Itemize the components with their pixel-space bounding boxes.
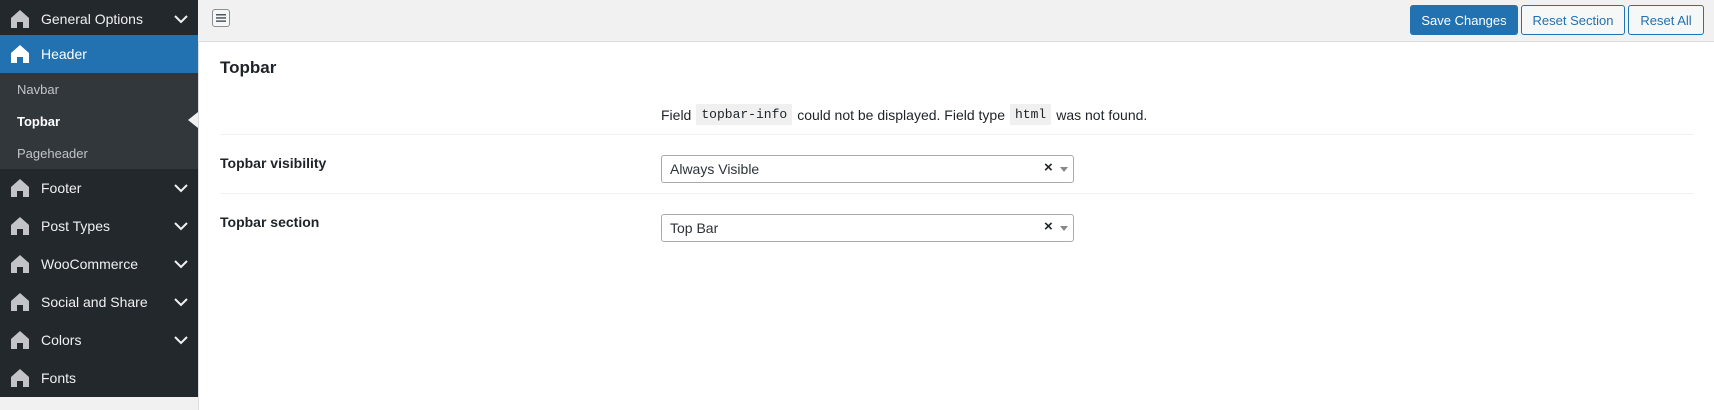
reset-all-button[interactable]: Reset All: [1628, 5, 1704, 35]
field-id-code: topbar-info: [696, 104, 793, 125]
submenu-item-navbar[interactable]: Navbar: [17, 82, 59, 97]
chevron-down-icon: [174, 260, 188, 269]
row-divider: [220, 134, 1694, 135]
topbar-visibility-select[interactable]: Always Visible ×: [661, 155, 1074, 183]
sidebar-item-label: General Options: [41, 11, 143, 27]
dropdown-arrow-icon[interactable]: [1060, 167, 1068, 172]
home-icon: [11, 331, 29, 349]
sidebar-item-label: Footer: [41, 180, 82, 196]
sidebar-item-label: Post Types: [41, 218, 111, 234]
submenu-item-topbar[interactable]: Topbar: [17, 114, 60, 129]
chevron-down-icon: [174, 298, 188, 307]
clear-selection-icon[interactable]: ×: [1044, 218, 1053, 235]
home-icon: [11, 369, 29, 387]
chevron-down-icon: [174, 15, 188, 24]
sidebar-item-label: Social and Share: [41, 294, 148, 310]
notice-prefix: Field: [661, 106, 692, 123]
sidebar-item-label: Colors: [41, 332, 82, 348]
field-error-notice: Field topbar-info could not be displayed…: [661, 104, 1147, 125]
sidebar-item-footer[interactable]: Footer: [0, 169, 198, 207]
sidebar-item-woocommerce[interactable]: WooCommerce: [0, 245, 198, 283]
topbar-visibility-label: Topbar visibility: [220, 155, 327, 171]
chevron-down-icon: [174, 222, 188, 231]
chevron-down-icon: [174, 184, 188, 193]
sidebar-item-header[interactable]: Header: [0, 35, 198, 73]
chevron-down-icon: [174, 336, 188, 345]
reset-section-button[interactable]: Reset Section: [1521, 5, 1625, 35]
sidebar-item-general-options[interactable]: General Options: [0, 0, 198, 38]
submenu-item-pageheader[interactable]: Pageheader: [17, 146, 88, 161]
topbar-section-label: Topbar section: [220, 214, 320, 230]
sidebar-item-post-types[interactable]: Post Types: [0, 207, 198, 245]
admin-sidebar: General Options Header Navbar Topbar Pag…: [0, 0, 198, 397]
home-icon: [11, 45, 29, 63]
topbar-section-select[interactable]: Top Bar ×: [661, 214, 1074, 242]
home-icon: [11, 217, 29, 235]
sidebar-item-fonts[interactable]: Fonts: [0, 359, 198, 397]
sidebar-item-social-and-share[interactable]: Social and Share: [0, 283, 198, 321]
options-toolbar: Save Changes Reset Section Reset All: [198, 0, 1714, 42]
section-title: Topbar: [220, 58, 277, 77]
field-type-code: html: [1010, 104, 1052, 125]
sidebar-item-label: Header: [41, 46, 87, 62]
sidebar-item-label: Fonts: [41, 370, 77, 386]
options-panel: Topbar Field topbar-info could not be di…: [198, 42, 1714, 410]
list-icon: [216, 14, 226, 22]
selected-value: Top Bar: [670, 220, 719, 236]
clear-selection-icon[interactable]: ×: [1044, 159, 1053, 176]
notice-suffix: was not found.: [1056, 106, 1148, 123]
current-page-indicator: [188, 112, 198, 128]
header-submenu: Navbar Topbar Pageheader: [0, 73, 198, 169]
home-icon: [11, 255, 29, 273]
dropdown-arrow-icon[interactable]: [1060, 226, 1068, 231]
save-changes-button[interactable]: Save Changes: [1410, 5, 1518, 35]
sidebar-item-label: WooCommerce: [41, 256, 138, 272]
home-icon: [11, 179, 29, 197]
row-divider: [220, 193, 1694, 194]
sidebar-item-colors[interactable]: Colors: [0, 321, 198, 359]
home-icon: [11, 293, 29, 311]
selected-value: Always Visible: [670, 161, 760, 177]
expand-options-button[interactable]: [212, 9, 230, 27]
notice-middle: could not be displayed. Field type: [797, 106, 1005, 123]
home-icon: [11, 10, 29, 28]
